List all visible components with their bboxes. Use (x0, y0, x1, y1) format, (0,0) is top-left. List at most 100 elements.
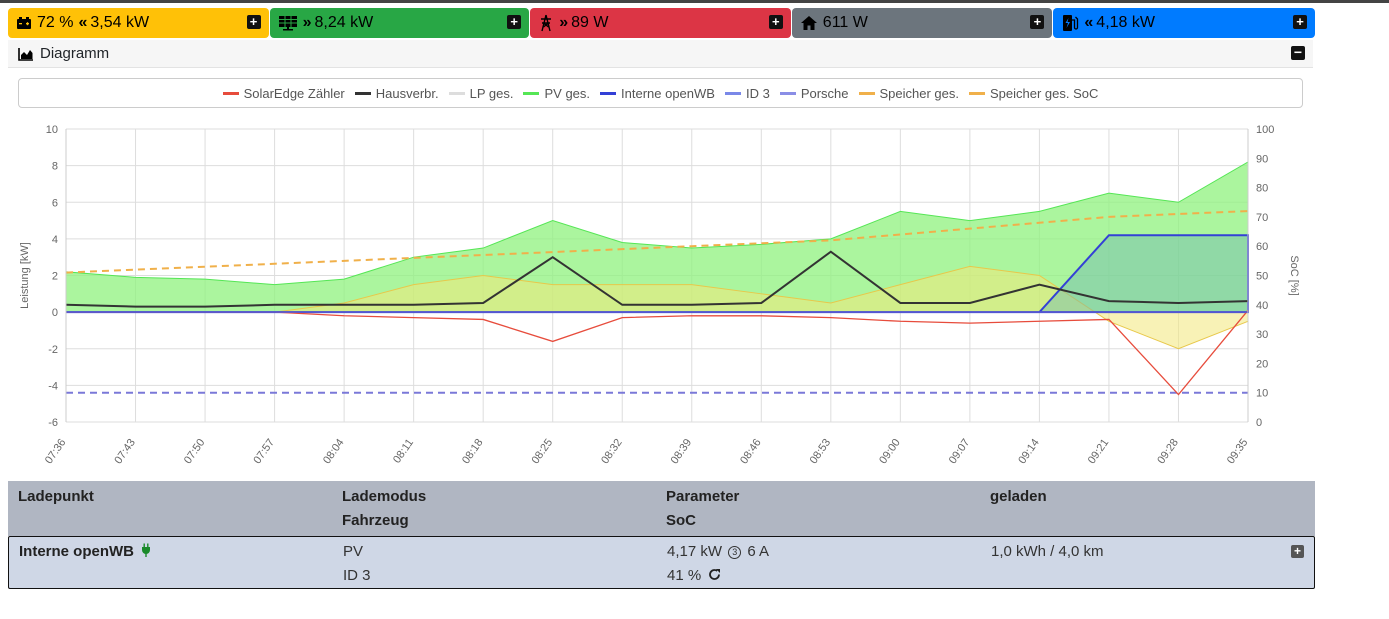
legend-item[interactable]: LP ges. (448, 85, 514, 101)
y2-tick-label: 100 (1256, 124, 1274, 136)
legend-label: Hausverbr. (375, 85, 439, 101)
house-icon (800, 15, 818, 31)
y2-tick-label: 80 (1256, 183, 1268, 195)
y2-tick-label: 0 (1256, 417, 1262, 429)
legend-label: LP ges. (469, 85, 514, 101)
power-tower-icon (538, 14, 554, 32)
header-soc: SoC (666, 512, 696, 529)
battery-soc: 72 % (37, 14, 74, 31)
phase-count-icon: 3 (728, 545, 742, 559)
chart-svg: 1086420-2-4-6100908070605040302010007:36… (19, 124, 1300, 466)
discharge-chevrons-icon: « (78, 14, 87, 31)
y2-tick-label: 70 (1256, 212, 1268, 224)
expand-battery-button[interactable]: + (246, 15, 261, 29)
x-tick-label: 09:21 (1086, 437, 1112, 466)
series-meter-line (66, 309, 1249, 396)
legend-swatch (523, 91, 540, 95)
legend-item[interactable]: ID 3 (724, 85, 770, 101)
y-tick-label: 4 (52, 234, 58, 246)
chargepoint-vehicle: ID 3 (343, 567, 371, 584)
y-tick-label: -2 (48, 344, 58, 356)
y-tick-label: 0 (52, 307, 58, 319)
status-tiles: 72 % « 3,54 kW + » 8,24 kW + » 89 W + 61… (8, 8, 1315, 38)
chargepoint-table-header: Ladepunkt Lademodus Fahrzeug Parameter S… (8, 481, 1315, 536)
header-geladen: geladen (990, 488, 1047, 505)
legend-swatch (858, 91, 875, 95)
x-tick-label: 08:11 (391, 437, 416, 466)
legend-item[interactable]: SolarEdge Zähler (222, 85, 345, 101)
legend-swatch (969, 91, 986, 95)
header-lademodus: Lademodus (342, 488, 427, 505)
legend-label: Porsche (800, 85, 849, 101)
grid-tile[interactable]: » 89 W + (530, 8, 791, 38)
y2-tick-label: 10 (1256, 388, 1268, 400)
x-tick-label: 08:53 (808, 437, 834, 466)
battery-icon (16, 16, 32, 30)
header-fahrzeug: Fahrzeug (342, 512, 409, 529)
power-chart: 10 8 6 4 2 0 -2 -4 -6 100 90 80 70 60 50 40 30 20 10 0 07:36… (8, 112, 1313, 480)
legend-item[interactable]: Porsche (779, 85, 849, 101)
x-tick-label: 08:39 (669, 437, 695, 466)
house-tile[interactable]: 611 W + (791, 8, 1053, 38)
legend-item[interactable]: PV ges. (523, 86, 590, 101)
legend-swatch (448, 91, 465, 95)
y-tick-label: -6 (48, 417, 58, 429)
diagram-header[interactable]: Diagramm − (8, 40, 1313, 68)
legend-item[interactable]: Interne openWB (600, 86, 715, 101)
pv-chevrons-icon: » (302, 14, 312, 31)
y2-tick-label: 30 (1256, 329, 1268, 341)
header-ladepunkt: Ladepunkt (18, 488, 94, 505)
y2-tick-label: 40 (1256, 300, 1268, 312)
expand-grid-button[interactable]: + (768, 15, 783, 29)
x-tick-label: 09:28 (1155, 437, 1181, 466)
legend-item[interactable]: Speicher ges. (858, 86, 959, 101)
legend-label: SolarEdge Zähler (243, 85, 345, 101)
x-tick-label: 07:57 (251, 437, 277, 466)
chargepoint-soc-cell: 41 % (667, 567, 721, 585)
y-tick-label: 8 (52, 161, 58, 173)
x-tick-label: 09:07 (947, 437, 973, 466)
legend-item[interactable]: Hausverbr. (354, 85, 439, 101)
legend-label: Speicher ges. SoC (990, 85, 1099, 101)
x-tick-label: 08:04 (321, 437, 347, 466)
y-tick-label: -4 (48, 380, 58, 392)
legend-swatch (724, 91, 741, 95)
x-tick-label: 07:43 (112, 437, 138, 466)
chargepoint-name-cell: Interne openWB (19, 543, 151, 561)
legend-label: PV ges. (544, 85, 591, 101)
expand-house-button[interactable]: + (1030, 15, 1045, 29)
charging-chevrons-icon: « (1084, 14, 1093, 31)
legend-label: Interne openWB (621, 85, 715, 101)
x-tick-label: 08:25 (530, 437, 556, 466)
charging-power: 4,18 kW (1096, 14, 1155, 31)
refresh-soc-icon[interactable] (708, 568, 721, 585)
battery-power: 3,54 kW (90, 14, 150, 31)
legend-swatch (222, 91, 239, 95)
top-border (0, 0, 1389, 3)
header-parameter: Parameter (666, 488, 740, 505)
expand-pv-button[interactable]: + (507, 15, 522, 29)
grid-chevrons-icon: » (559, 14, 568, 31)
x-tick-label: 08:46 (738, 437, 764, 466)
pv-power: 8,24 kW (314, 14, 374, 31)
collapse-diagram-button[interactable]: − (1291, 45, 1305, 60)
pv-tile[interactable]: » 8,24 kW + (269, 8, 530, 38)
expand-chargepoint-button[interactable]: + (1291, 545, 1304, 558)
battery-tile[interactable]: 72 % « 3,54 kW + (8, 8, 269, 38)
legend-swatch (354, 91, 371, 95)
chargepoint-parameters: 4,17 kW 3 6 A (667, 543, 769, 560)
grid-power: 89 W (571, 14, 609, 31)
y2-tick-label: 90 (1256, 153, 1268, 165)
y-tick-label: 10 (46, 124, 58, 136)
x-tick-label: 07:50 (182, 437, 208, 466)
chargepoint-name: Interne openWB (19, 543, 134, 560)
chargepoint-row[interactable]: Interne openWB PV ID 3 4,17 kW 3 6 A 41 … (8, 536, 1315, 589)
chargepoint-charged: 1,0 kWh / 4,0 km (991, 543, 1104, 560)
charging-tile[interactable]: « 4,18 kW + (1053, 8, 1315, 38)
expand-charging-button[interactable]: + (1292, 15, 1307, 29)
charging-station-icon (1061, 14, 1079, 32)
chargepoint-current: 6 A (747, 543, 770, 560)
chargepoint-power: 4,17 kW (667, 543, 723, 560)
legend-item[interactable]: Speicher ges. SoC (969, 86, 1098, 101)
legend-label: ID 3 (745, 85, 770, 101)
